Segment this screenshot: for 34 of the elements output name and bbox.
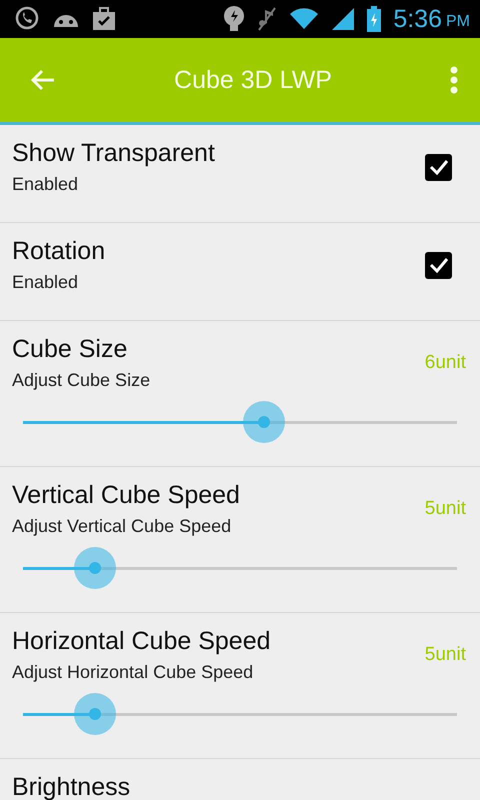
setting-title: Show Transparent xyxy=(12,139,216,168)
briefcase-check-icon xyxy=(92,7,116,31)
app-title: Cube 3D LWP xyxy=(173,66,333,94)
setting-summary: Adjust Vertical Cube Speed xyxy=(12,516,232,537)
slider-thumb[interactable] xyxy=(242,401,285,443)
setting-summary: Enabled xyxy=(12,174,80,195)
chat-icon xyxy=(14,6,40,32)
setting-value: 5unit xyxy=(424,498,466,520)
status-meridiem: PM xyxy=(446,13,470,31)
back-arrow-icon xyxy=(30,69,56,91)
slider[interactable] xyxy=(23,401,457,443)
setting-title: Rotation xyxy=(12,237,106,266)
status-time: 5:36 xyxy=(393,4,442,34)
wifi-icon xyxy=(289,7,320,31)
muted-icon xyxy=(257,6,278,32)
setting-summary: Enabled xyxy=(12,272,80,293)
setting-summary: Adjust Cube Size xyxy=(12,370,152,391)
more-icon xyxy=(450,66,458,94)
setting-value: 5unit xyxy=(424,644,466,666)
signal-icon xyxy=(331,7,356,31)
lightbulb-icon xyxy=(223,5,246,33)
checkbox[interactable] xyxy=(425,154,452,180)
setting-title: Vertical Cube Speed xyxy=(12,481,241,510)
setting-title: Horizontal Cube Speed xyxy=(12,627,272,656)
slider-thumb[interactable] xyxy=(74,547,116,589)
slider[interactable] xyxy=(23,693,457,735)
slider-thumb[interactable] xyxy=(74,693,116,735)
setting-summary: Adjust Horizontal Cube Speed xyxy=(12,662,254,683)
slider[interactable] xyxy=(23,547,457,589)
setting-title: Cube Size xyxy=(12,335,128,364)
checkbox[interactable] xyxy=(425,252,452,278)
setting-title: Brightness xyxy=(12,773,132,800)
battery-icon xyxy=(367,6,382,32)
setting-value: 6unit xyxy=(424,352,466,374)
